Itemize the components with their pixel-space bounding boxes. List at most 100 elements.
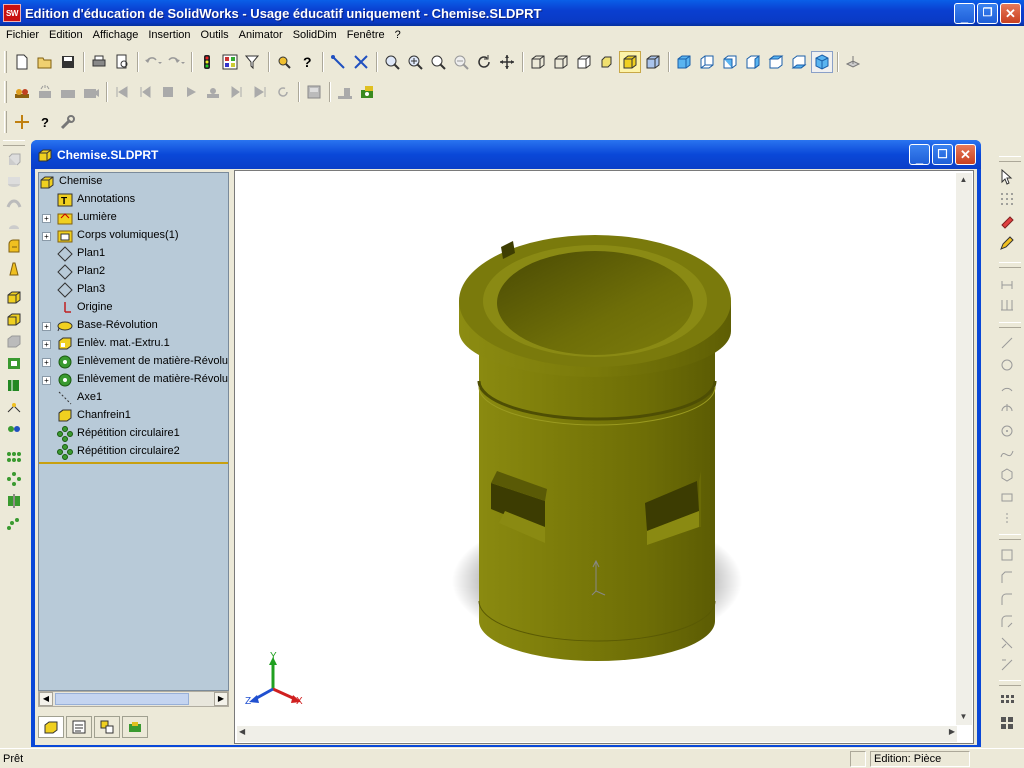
animator-path-icon[interactable]: [334, 81, 356, 103]
shaded-icon[interactable]: [619, 51, 641, 73]
print-icon[interactable]: [88, 51, 110, 73]
polygon-icon[interactable]: [996, 464, 1018, 486]
shaded-edges-icon[interactable]: [596, 51, 618, 73]
tree-item[interactable]: Axe1: [39, 389, 228, 407]
line-icon[interactable]: [996, 332, 1018, 354]
tab-feature-manager[interactable]: [38, 716, 64, 738]
view-bottom-icon[interactable]: [788, 51, 810, 73]
tab-property-manager[interactable]: [66, 716, 92, 738]
menu-soliddim[interactable]: SolidDim: [289, 26, 341, 44]
trim-icon[interactable]: [996, 632, 1018, 654]
pan-icon[interactable]: [496, 51, 518, 73]
rollback-bar[interactable]: [39, 462, 228, 464]
minimize-button[interactable]: _: [954, 3, 975, 24]
rib-icon[interactable]: [3, 352, 25, 374]
scale-icon[interactable]: [3, 418, 25, 440]
slow-play-icon[interactable]: [203, 81, 225, 103]
view-left-icon[interactable]: [719, 51, 741, 73]
print-preview-icon[interactable]: [111, 51, 133, 73]
dome-icon[interactable]: [3, 396, 25, 418]
hole-wizard-icon[interactable]: [3, 374, 25, 396]
menu-fichier[interactable]: Fichier: [2, 26, 43, 44]
offset-icon[interactable]: [996, 588, 1018, 610]
tree-item[interactable]: Plan3: [39, 281, 228, 299]
collapse-icon[interactable]: [57, 81, 79, 103]
select-pointer-icon[interactable]: [996, 166, 1018, 188]
tab-animator[interactable]: [122, 716, 148, 738]
zoom-out-icon[interactable]: [450, 51, 472, 73]
tools-wrench-icon[interactable]: [57, 111, 79, 133]
select-edge-icon[interactable]: [327, 51, 349, 73]
play-icon[interactable]: [180, 81, 202, 103]
open-folder-icon[interactable]: [34, 51, 56, 73]
tree-item[interactable]: T Annotations: [39, 191, 228, 209]
grid-icon[interactable]: [996, 188, 1018, 210]
scroll-left-icon[interactable]: ◀: [39, 692, 53, 706]
step-forward-icon[interactable]: [226, 81, 248, 103]
menu-edition[interactable]: Edition: [45, 26, 87, 44]
scroll-right-icon[interactable]: ▶: [214, 692, 228, 706]
fillet-icon[interactable]: [3, 236, 25, 258]
tangent-arc-icon[interactable]: [996, 398, 1018, 420]
loop-icon[interactable]: [272, 81, 294, 103]
sketch-mirror-icon[interactable]: [996, 690, 1018, 712]
redo-icon[interactable]: [165, 51, 187, 73]
zoom-area-icon[interactable]: [427, 51, 449, 73]
scroll-up-icon[interactable]: ▲: [956, 173, 971, 188]
close-button[interactable]: ✕: [1000, 3, 1021, 24]
menu-animator[interactable]: Animator: [235, 26, 287, 44]
extend-icon[interactable]: [996, 654, 1018, 676]
tree-item[interactable]: + Corps volumiques(1): [39, 227, 228, 245]
filter-icon[interactable]: [242, 51, 264, 73]
tab-configuration-manager[interactable]: [94, 716, 120, 738]
menu-affichage[interactable]: Affichage: [89, 26, 143, 44]
rebuild-icon[interactable]: [196, 51, 218, 73]
menu-fenetre[interactable]: Fenêtre: [343, 26, 389, 44]
sketch-pattern-icon[interactable]: [996, 712, 1018, 734]
tree-item[interactable]: + Lumière: [39, 209, 228, 227]
hidden-lines-visible-icon[interactable]: [550, 51, 572, 73]
part-3d-view[interactable]: Y X Z: [235, 171, 953, 723]
tree-item[interactable]: Origine: [39, 299, 228, 317]
tree-item[interactable]: Plan2: [39, 263, 228, 281]
zoom-to-fit-icon[interactable]: [381, 51, 403, 73]
undo-icon[interactable]: [142, 51, 164, 73]
circle-dot-icon[interactable]: [996, 354, 1018, 376]
help-icon[interactable]: ?: [296, 51, 318, 73]
shell-icon[interactable]: [3, 330, 25, 352]
curve-driven-pattern-icon[interactable]: [3, 512, 25, 534]
animator-settings-icon[interactable]: [303, 81, 325, 103]
hidden-lines-removed-icon[interactable]: [573, 51, 595, 73]
sketch-chamfer-icon[interactable]: [996, 566, 1018, 588]
save-icon[interactable]: [57, 51, 79, 73]
smart-dimension-icon[interactable]: [996, 272, 1018, 294]
select-other-icon[interactable]: [350, 51, 372, 73]
doc-maximize-button[interactable]: ☐: [932, 144, 953, 165]
doc-close-button[interactable]: ✕: [955, 144, 976, 165]
view-front-icon[interactable]: [673, 51, 695, 73]
view-back-icon[interactable]: [696, 51, 718, 73]
view-isometric-icon[interactable]: [811, 51, 833, 73]
new-file-icon[interactable]: [11, 51, 33, 73]
animator-wizard-icon[interactable]: [11, 81, 33, 103]
loft-boss-icon[interactable]: [3, 214, 25, 236]
sketch-pencil-icon[interactable]: [996, 232, 1018, 254]
tree-item[interactable]: Répétition circulaire1: [39, 425, 228, 443]
tree-item[interactable]: Plan1: [39, 245, 228, 263]
tree-root-chemise[interactable]: Chemise: [39, 173, 228, 191]
doc-minimize-button[interactable]: _: [909, 144, 930, 165]
reference-geometry-icon[interactable]: [11, 111, 33, 133]
circular-pattern-toolbar-icon[interactable]: [3, 468, 25, 490]
expand-toggle-icon[interactable]: +: [42, 358, 51, 367]
menu-insertion[interactable]: Insertion: [144, 26, 194, 44]
extruded-boss-icon[interactable]: [3, 148, 25, 170]
tree-item[interactable]: + Enlèvement de matière-Révolu: [39, 371, 228, 389]
scroll-thumb[interactable]: [55, 693, 189, 705]
linear-pattern-icon[interactable]: [3, 446, 25, 468]
zoom-in-icon[interactable]: [404, 51, 426, 73]
convert-entities-icon[interactable]: [996, 610, 1018, 632]
view-top-icon[interactable]: [765, 51, 787, 73]
go-to-start-icon[interactable]: [111, 81, 133, 103]
scroll-down-icon[interactable]: ▼: [956, 710, 971, 725]
tree-item[interactable]: Chanfrein1: [39, 407, 228, 425]
